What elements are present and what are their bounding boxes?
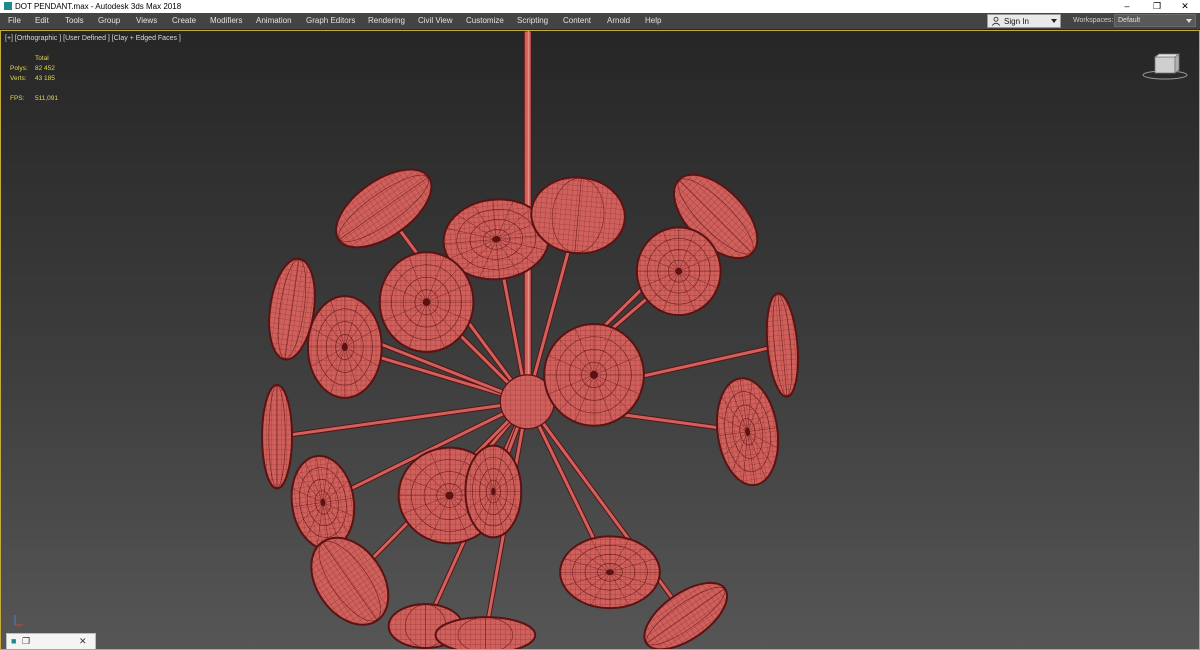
menu-help[interactable]: Help xyxy=(645,16,661,26)
dot-pendant-model[interactable] xyxy=(1,31,1199,649)
floating-mini-panel: ■ ❐ ✕ xyxy=(6,633,96,649)
chevron-down-icon xyxy=(1051,19,1057,23)
menu-create[interactable]: Create xyxy=(172,16,196,26)
verts-label: Verts: xyxy=(10,75,27,82)
minimize-button[interactable]: – xyxy=(1112,0,1142,13)
stats-header: Total xyxy=(35,55,49,62)
menu-tools[interactable]: Tools xyxy=(65,16,84,26)
fps-value: 511,091 xyxy=(35,95,59,102)
perspective-viewport[interactable]: [+] [Orthographic ] [User Defined ] [Cla… xyxy=(0,30,1200,650)
sign-in-label: Sign In xyxy=(1004,17,1029,26)
workspaces-select[interactable]: Default xyxy=(1114,14,1196,27)
restore-button[interactable]: ❐ xyxy=(1142,0,1172,13)
chevron-down-icon xyxy=(1186,19,1192,23)
sign-in-dropdown[interactable]: Sign In xyxy=(987,14,1061,28)
close-button[interactable]: ✕ xyxy=(1170,0,1200,13)
mini-close-button[interactable]: ✕ xyxy=(79,635,87,648)
mini-restore-button[interactable]: ❐ xyxy=(22,635,30,648)
menu-scripting[interactable]: Scripting xyxy=(517,16,548,26)
workspaces-label: Workspaces: xyxy=(1073,17,1114,24)
viewport-label[interactable]: [+] [Orthographic ] [User Defined ] [Cla… xyxy=(5,34,181,43)
menu-views[interactable]: Views xyxy=(136,16,157,26)
menu-civil-view[interactable]: Civil View xyxy=(418,16,453,26)
polys-value: 82 452 xyxy=(35,65,55,72)
menu-file[interactable]: File xyxy=(8,16,21,26)
menu-customize[interactable]: Customize xyxy=(466,16,504,26)
viewcube-icon[interactable] xyxy=(1141,51,1189,81)
workspaces-value: Default xyxy=(1118,17,1141,24)
menu-group[interactable]: Group xyxy=(98,16,120,26)
polys-label: Polys: xyxy=(10,65,28,72)
verts-value: 43 185 xyxy=(35,75,55,82)
fps-label: FPS: xyxy=(10,95,25,102)
menu-modifiers[interactable]: Modifiers xyxy=(210,16,242,26)
title-bar: DOT PENDANT.max - Autodesk 3ds Max 2018 … xyxy=(0,0,1200,13)
window-title: DOT PENDANT.max - Autodesk 3ds Max 2018 xyxy=(15,2,182,11)
menu-rendering[interactable]: Rendering xyxy=(368,16,405,26)
app-icon xyxy=(4,2,12,10)
app-icon: ■ xyxy=(11,636,17,646)
menu-animation[interactable]: Animation xyxy=(256,16,292,26)
menu-content[interactable]: Content xyxy=(563,16,591,26)
menu-arnold[interactable]: Arnold xyxy=(607,16,630,26)
menu-edit[interactable]: Edit xyxy=(35,16,49,26)
user-icon xyxy=(991,16,1001,26)
menu-graph-editors[interactable]: Graph Editors xyxy=(306,16,355,26)
axis-tripod-icon xyxy=(14,615,23,626)
